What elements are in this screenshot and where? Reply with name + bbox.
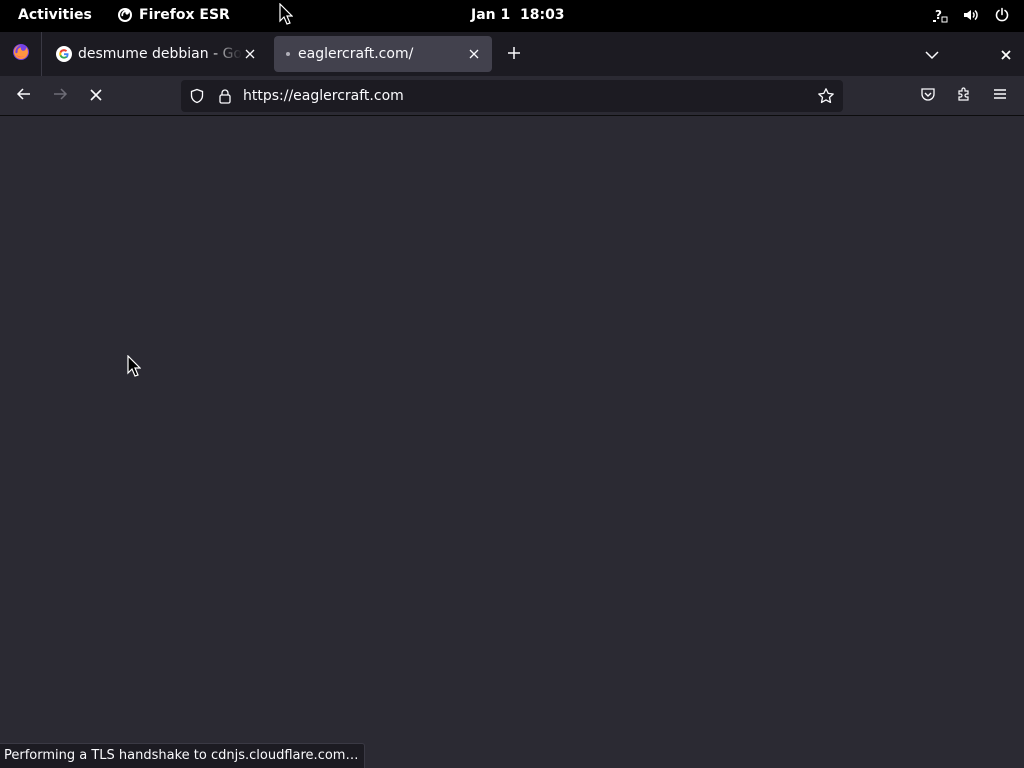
navigation-toolbar [0,76,1024,116]
url-bar[interactable] [181,80,843,112]
tab-strip: desmume debbian - Goog eaglercraft.com/ [0,32,1024,76]
status-panel: Performing a TLS handshake to cdnjs.clou… [0,743,366,768]
plus-icon [507,45,521,64]
mouse-pointer-icon [127,354,142,381]
close-window-button[interactable] [996,44,1016,64]
page-content[interactable]: Performing a TLS handshake to cdnjs.clou… [0,116,1024,768]
close-tab-icon[interactable] [466,46,482,62]
back-button[interactable] [12,84,36,108]
firefox-view-button[interactable] [0,32,42,76]
close-icon [1001,45,1011,64]
arrow-left-icon [16,86,32,106]
google-g-icon [56,46,72,62]
tab-eaglercraft[interactable]: eaglercraft.com/ [274,36,492,72]
lock-icon[interactable] [217,88,233,108]
app-menu-button[interactable] [988,84,1012,108]
close-tab-icon[interactable] [242,46,258,62]
firefox-app-icon [117,7,133,23]
stop-icon [89,87,103,106]
volume-icon [962,7,980,23]
hamburger-menu-icon [992,86,1008,106]
loading-dot-icon [286,52,290,56]
app-menu-button[interactable]: Firefox ESR [117,7,230,23]
pocket-button[interactable] [916,84,940,108]
system-top-bar: Activities Firefox ESR Jan 1 18:03 ? [0,0,1024,32]
list-all-tabs-button[interactable] [922,44,942,64]
tracking-protection-shield-icon[interactable] [189,88,205,108]
tab-google-search[interactable]: desmume debbian - Goog [46,36,268,72]
power-icon [994,7,1010,23]
arrow-right-icon [52,86,68,106]
new-tab-button[interactable] [504,44,524,64]
mouse-pointer-icon [279,2,294,29]
clock[interactable]: Jan 1 18:03 [471,7,565,23]
svg-text:?: ? [935,8,942,22]
app-name: Firefox ESR [139,7,230,23]
chevron-down-icon [925,45,939,64]
stop-loading-button[interactable] [84,84,108,108]
bookmark-star-icon[interactable] [817,87,835,109]
tab-title: desmume debbian - Goog [78,46,242,62]
tab-title: eaglercraft.com/ [298,46,414,62]
network-unknown-icon: ? [932,7,948,23]
url-input[interactable] [243,86,803,106]
activities-button[interactable]: Activities [18,7,92,23]
forward-button[interactable] [48,84,72,108]
extensions-button[interactable] [952,84,976,108]
puzzle-piece-icon [956,86,972,106]
firefox-logo-icon [12,43,30,65]
system-tray[interactable]: ? [932,7,1010,23]
pocket-icon [920,86,936,106]
